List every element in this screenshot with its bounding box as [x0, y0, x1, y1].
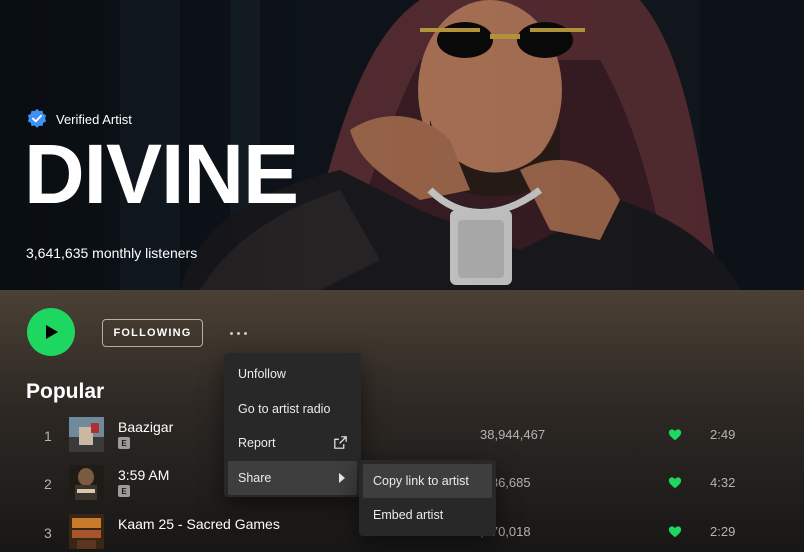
- explicit-badge: E: [118, 485, 130, 497]
- track-cover: [69, 465, 104, 500]
- menu-item-report[interactable]: Report: [228, 426, 357, 461]
- external-link-icon: [334, 436, 347, 449]
- explicit-badge: E: [118, 437, 130, 449]
- track-number: 3: [44, 525, 52, 541]
- artist-name: DIVINE: [24, 127, 299, 221]
- track-title[interactable]: 3:59 AM: [118, 467, 169, 483]
- menu-item-report-label: Report: [238, 436, 276, 451]
- track-cover: [69, 417, 104, 452]
- menu-item-copy-link[interactable]: Copy link to artist: [363, 464, 492, 498]
- track-duration: 2:49: [710, 427, 736, 442]
- more-options-icon[interactable]: [225, 323, 251, 343]
- track-title[interactable]: Baazigar: [118, 419, 173, 435]
- heart-icon[interactable]: [668, 476, 682, 490]
- monthly-listeners: 3,641,635 monthly listeners: [26, 245, 198, 261]
- track-cover: [69, 514, 104, 549]
- following-button[interactable]: FOLLOWING: [102, 319, 203, 347]
- menu-item-share[interactable]: Share: [228, 460, 357, 495]
- heart-icon[interactable]: [668, 428, 682, 442]
- menu-item-unfollow[interactable]: Unfollow: [228, 357, 357, 392]
- track-duration: 4:32: [710, 475, 736, 490]
- verified-label: Verified Artist: [56, 111, 132, 127]
- track-row[interactable]: 1 Baazigar E 38,944,467 2:49: [0, 417, 804, 457]
- artist-context-menu: Unfollow Go to artist radio Report Share: [224, 353, 361, 497]
- track-number: 1: [44, 428, 52, 444]
- share-submenu: Copy link to artist Embed artist: [359, 460, 496, 536]
- play-count: 38,944,467: [480, 427, 546, 442]
- play-button[interactable]: [27, 308, 75, 356]
- track-title[interactable]: Kaam 25 - Sacred Games: [118, 516, 280, 532]
- heart-icon[interactable]: [668, 525, 682, 539]
- menu-item-artist-radio[interactable]: Go to artist radio: [228, 392, 357, 427]
- submenu-arrow-icon: [339, 472, 345, 483]
- menu-item-embed-artist[interactable]: Embed artist: [363, 498, 492, 532]
- track-number: 2: [44, 476, 52, 492]
- popular-section-title: Popular: [26, 380, 105, 403]
- play-icon: [46, 325, 58, 339]
- menu-item-share-label: Share: [238, 470, 272, 485]
- track-duration: 2:29: [710, 524, 736, 539]
- artist-header: Verified Artist DIVINE 3,641,635 monthly…: [0, 0, 804, 290]
